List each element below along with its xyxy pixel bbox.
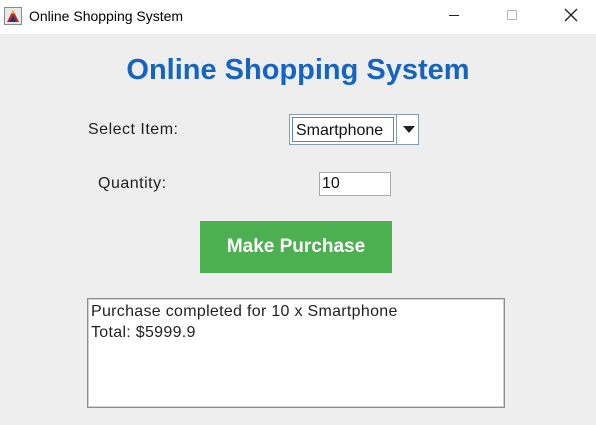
make-purchase-button[interactable]: Make Purchase <box>200 221 392 273</box>
chevron-down-icon <box>402 121 415 139</box>
output-text-area[interactable]: Purchase completed for 10 x Smartphone T… <box>87 298 505 408</box>
minimize-button[interactable] <box>431 0 477 34</box>
close-icon <box>564 8 578 27</box>
output-line: Purchase completed for 10 x Smartphone <box>91 303 398 320</box>
minimize-icon <box>448 8 460 26</box>
maximize-icon <box>506 8 518 26</box>
item-select-value: Smartphone <box>296 122 384 139</box>
item-select[interactable]: Smartphone <box>289 114 419 145</box>
page-title: Online Shopping System <box>126 54 470 86</box>
quantity-input[interactable] <box>319 172 391 196</box>
maximize-button[interactable] <box>489 0 535 34</box>
select-item-label: Select Item: <box>88 121 179 138</box>
quantity-label: Quantity: <box>98 175 167 192</box>
output-line: Total: $5999.9 <box>91 324 196 341</box>
window-title: Online Shopping System <box>29 8 184 24</box>
close-button[interactable] <box>548 0 594 34</box>
java-app-icon <box>4 7 22 25</box>
title-bar: Online Shopping System <box>0 0 596 34</box>
app-window: Online Shopping System Online Shopping S… <box>0 0 596 425</box>
item-select-dropdown-button[interactable] <box>396 115 420 144</box>
item-select-value-box: Smartphone <box>292 117 394 142</box>
